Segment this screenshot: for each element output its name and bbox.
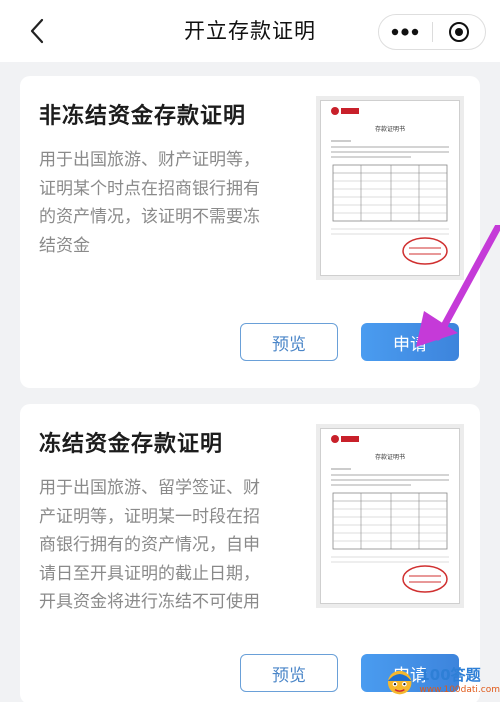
card-title: 冻结资金存款证明 [39, 432, 224, 457]
thumb-title: 存款证明书 [375, 125, 405, 133]
more-button[interactable] [379, 14, 432, 50]
thumb-title: 存款证明书 [375, 453, 405, 461]
description-line: 的资产情况，该证明不需要冻 [39, 207, 260, 227]
description-line: 用于出国旅游、财产证明等， [39, 150, 260, 170]
more-dots-icon [392, 28, 419, 36]
certificate-thumbnail: 存款证明书 [320, 428, 460, 604]
close-button[interactable] [432, 14, 485, 50]
description-line: 请日至开具证明的截止日期， [39, 563, 260, 584]
nav-bar: 开立存款证明 [0, 0, 500, 62]
card-description: 用于出国旅游、留学签证、财 产证明等，证明某一时段在招 商银行拥有的资产情况，自… [39, 474, 309, 617]
description-line: 产证明等，证明某一时段在招 [39, 506, 260, 527]
target-circle-icon [448, 22, 469, 42]
miniprogram-capsule [378, 14, 486, 50]
description-line: 结资金 [39, 235, 90, 256]
card-title: 非冻结资金存款证明 [39, 104, 247, 129]
description-line: 证明某个时点在招商银行拥有 [39, 178, 260, 199]
watermark-logo: 100答题 www.100dati.com [384, 660, 500, 702]
description-line: 开具资金将进行冻结不可使用 [39, 592, 260, 612]
annotation-arrow-icon [416, 225, 500, 347]
frozen-certificate-card: 冻结资金存款证明 用于出国旅游、留学签证、财 产证明等，证明某一时段在招 商银行… [20, 404, 480, 702]
certificate-document-image: 存款证明书 [331, 435, 449, 593]
watermark-url: www.100dati.com [419, 685, 500, 695]
preview-button[interactable]: 预览 [240, 654, 338, 692]
preview-button[interactable]: 预览 [240, 323, 338, 361]
watermark-brand: 100答题 [419, 666, 481, 684]
mascot-icon [387, 670, 412, 695]
card-description: 用于出国旅游、财产证明等， 证明某个时点在招商银行拥有 的资产情况，该证明不需要… [39, 146, 309, 260]
description-line: 用于出国旅游、留学签证、财 [39, 478, 260, 498]
description-line: 商银行拥有的资产情况，自申 [39, 535, 260, 555]
